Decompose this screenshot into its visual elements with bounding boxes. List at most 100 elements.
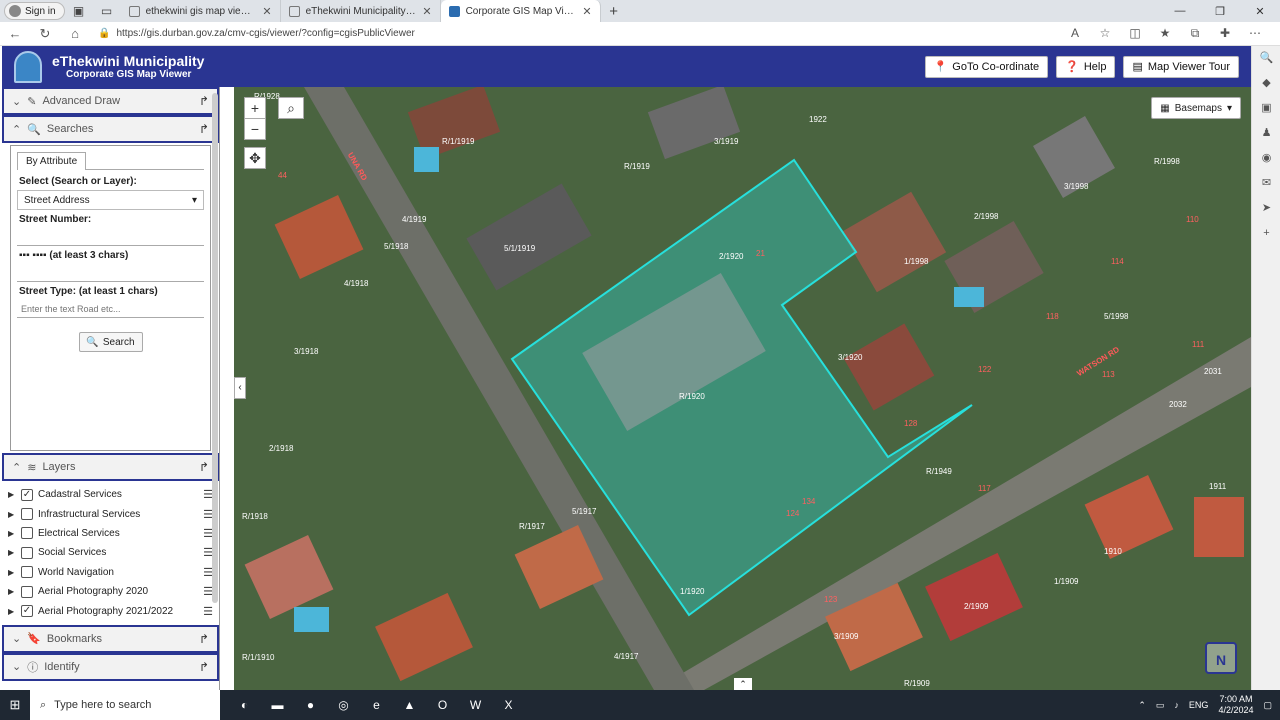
parcel-label: 3/1918	[294, 347, 319, 356]
undock-arrow-icon[interactable]: ↱	[199, 460, 209, 474]
street-number-input[interactable]	[17, 228, 204, 246]
layer-checkbox[interactable]: ✓	[21, 488, 33, 501]
search-layer-select[interactable]: Street Address ▾	[17, 190, 204, 210]
toolbox-icon[interactable]: ▣	[1252, 96, 1280, 121]
tab-by-attribute[interactable]: By Attribute	[17, 152, 87, 170]
read-aloud-icon[interactable]: A	[1060, 26, 1090, 41]
windows-start-icon[interactable]: ⊞	[0, 697, 30, 713]
outlook-icon[interactable]: ✉	[1252, 171, 1280, 196]
layer-row[interactable]: ▶ Infrastructural Services ☰	[8, 504, 213, 523]
circle-icon[interactable]: ◉	[1252, 146, 1280, 171]
street-name-input[interactable]	[17, 264, 204, 282]
app-icon[interactable]: ▲	[393, 698, 426, 712]
layer-checkbox[interactable]	[21, 585, 33, 598]
favorite-star-icon[interactable]: ☆	[1090, 26, 1120, 41]
pan-icon[interactable]: ✥	[244, 147, 266, 169]
search-icon[interactable]: 🔍	[1252, 46, 1280, 71]
help-button[interactable]: ❓ Help	[1056, 55, 1116, 78]
app-icon[interactable]: ◐	[228, 698, 261, 712]
layer-menu-icon[interactable]: ☰	[203, 605, 213, 618]
panel-scrollbar[interactable]	[212, 93, 218, 603]
maximize-icon[interactable]: ❐	[1200, 5, 1240, 18]
tab-gis-web[interactable]: eThekwini Municipality GIS Web ✕	[281, 0, 441, 22]
new-tab-icon[interactable]: +	[601, 3, 627, 20]
excel-icon[interactable]: X	[492, 698, 525, 712]
split-screen-icon[interactable]: ◫	[1120, 26, 1150, 41]
network-icon[interactable]: ▭	[1156, 700, 1165, 711]
add-icon[interactable]: +	[1252, 221, 1280, 246]
close-window-icon[interactable]: ✕	[1240, 5, 1280, 18]
expand-triangle-icon[interactable]: ▶	[8, 587, 16, 596]
layer-checkbox[interactable]	[21, 508, 33, 521]
volume-icon[interactable]: ♪	[1174, 700, 1179, 710]
searches-header[interactable]: ⌃ 🔍 Searches ↱	[2, 115, 219, 143]
magnify-search-icon[interactable]: ⌕	[278, 97, 304, 119]
tab-map-viewer[interactable]: Corporate GIS Map Viewer ✕	[440, 0, 601, 22]
chrome-icon[interactable]: ◎	[327, 698, 360, 712]
back-icon[interactable]: ←	[0, 26, 30, 41]
collapse-panel-button[interactable]: ‹	[234, 377, 246, 399]
notification-icon[interactable]: ▢	[1263, 700, 1272, 711]
layer-row[interactable]: ▶ Aerial Photography 2020 ☰	[8, 582, 213, 601]
expand-triangle-icon[interactable]: ▶	[8, 548, 16, 557]
minimize-icon[interactable]: —	[1160, 5, 1200, 18]
layer-checkbox[interactable]: ✓	[21, 605, 33, 618]
undock-arrow-icon[interactable]: ↱	[199, 660, 209, 674]
edge-icon[interactable]: e	[360, 698, 393, 712]
tab-search[interactable]: ethekwini gis map viewer - Searc ✕	[121, 0, 281, 22]
bookmarks-header[interactable]: ⌄ 🔖 Bookmarks ↱	[2, 624, 219, 653]
workspaces-icon[interactable]: ▣	[65, 4, 93, 18]
layers-header[interactable]: ⌃ ≋ Layers ↱	[2, 453, 219, 481]
favorites-icon[interactable]: ★	[1150, 26, 1180, 41]
goto-coordinate-button[interactable]: 📍 GoTo Co-ordinate	[924, 55, 1049, 78]
sign-in-button[interactable]: Sign in	[4, 2, 65, 20]
layer-row[interactable]: ▶ World Navigation ☰	[8, 563, 213, 582]
tag-icon[interactable]: ◆	[1252, 71, 1280, 96]
more-icon[interactable]: ⋯	[1240, 26, 1270, 41]
person-icon[interactable]: ♟	[1252, 121, 1280, 146]
layer-row[interactable]: ▶ Social Services ☰	[8, 543, 213, 562]
zoom-in-button[interactable]: +	[244, 97, 266, 119]
identify-header[interactable]: ⌄ ⓘ Identify ↱	[2, 652, 219, 681]
taskbar-search[interactable]: ⌕ Type here to search	[30, 690, 220, 720]
word-icon[interactable]: W	[459, 698, 492, 712]
refresh-icon[interactable]: ↻	[30, 26, 60, 42]
home-icon[interactable]: ⌂	[60, 26, 90, 41]
map-viewer-tour-button[interactable]: ▤ Map Viewer Tour	[1123, 55, 1239, 78]
layer-row[interactable]: ▶ ✓ Aerial Photography 2021/2022 ☰	[8, 601, 213, 620]
extensions-icon[interactable]: ✚	[1210, 26, 1240, 41]
close-icon[interactable]: ✕	[262, 5, 271, 18]
expand-triangle-icon[interactable]: ▶	[8, 529, 16, 538]
tray-chevron-icon[interactable]: ⌃	[1138, 700, 1146, 711]
expand-triangle-icon[interactable]: ▶	[8, 510, 16, 519]
clock[interactable]: 7:00 AM 4/2/2024	[1218, 694, 1253, 716]
search-button[interactable]: 🔍 Search	[78, 332, 143, 352]
layer-row[interactable]: ▶ Electrical Services ☰	[8, 524, 213, 543]
advanced-draw-header[interactable]: ⌄ ✎ Advanced Draw ↱	[2, 87, 219, 115]
collections-icon[interactable]: ⧉	[1180, 26, 1210, 41]
tab-actions-icon[interactable]: ▭	[93, 4, 121, 18]
outlook-icon[interactable]: O	[426, 698, 459, 712]
expand-triangle-icon[interactable]: ▶	[8, 568, 16, 577]
url-field[interactable]: 🔒 https://gis.durban.gov.za/cmv-cgis/vie…	[90, 24, 990, 44]
basemaps-button[interactable]: ▦ Basemaps ▾	[1151, 97, 1241, 119]
undock-arrow-icon[interactable]: ↱	[199, 632, 209, 646]
expand-triangle-icon[interactable]: ▶	[8, 490, 16, 499]
expand-triangle-icon[interactable]: ▶	[8, 607, 16, 616]
street-type-input[interactable]	[17, 300, 204, 318]
close-icon[interactable]: ✕	[582, 5, 591, 18]
firefox-icon[interactable]: ●	[294, 698, 327, 712]
close-icon[interactable]: ✕	[422, 5, 431, 18]
layer-checkbox[interactable]	[21, 527, 33, 540]
undock-arrow-icon[interactable]: ↱	[199, 94, 209, 108]
folder-icon[interactable]: ▬	[261, 698, 294, 712]
layer-row[interactable]: ▶ ✓ Cadastral Services ☰	[8, 485, 213, 504]
layer-checkbox[interactable]	[21, 546, 33, 559]
language-indicator[interactable]: ENG	[1189, 700, 1209, 710]
layer-checkbox[interactable]	[21, 566, 33, 579]
map-view[interactable]: R/1928 R/1919 3/1919 1922 R/1998 3/1998 2/1998…	[234, 87, 1251, 690]
paper-plane-icon[interactable]: ➤	[1252, 196, 1280, 221]
undock-arrow-icon[interactable]: ↱	[199, 122, 209, 136]
zoom-out-button[interactable]: −	[244, 118, 266, 140]
chevron-up-icon[interactable]: ⌃	[734, 678, 752, 690]
